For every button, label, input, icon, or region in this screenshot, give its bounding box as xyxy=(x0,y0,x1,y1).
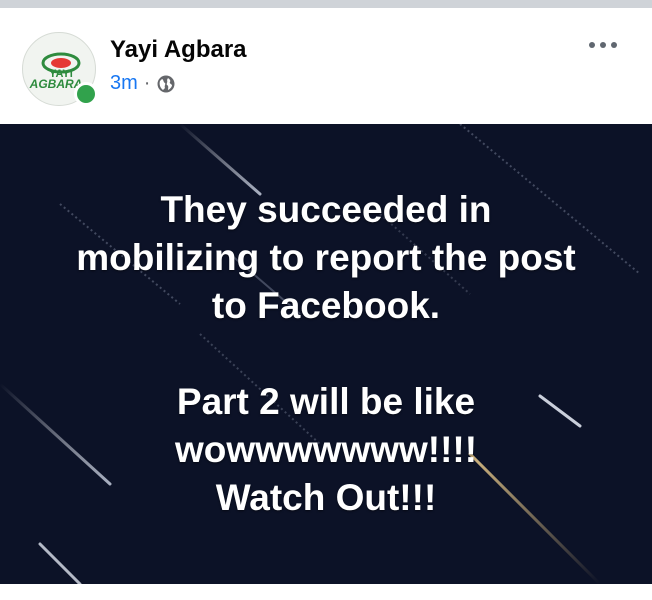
bottom-spacer xyxy=(0,584,652,600)
top-divider xyxy=(0,0,652,8)
post-meta: 3m · xyxy=(110,72,176,95)
globe-icon[interactable] xyxy=(156,74,176,94)
post-text-line: wowwwwwww!!!! xyxy=(174,429,478,470)
post-text-line: to Facebook. xyxy=(211,285,441,326)
post-text-line: Watch Out!!! xyxy=(215,477,437,518)
post-text-line: Part 2 will be like xyxy=(176,381,476,422)
post-background-card[interactable]: They succeeded in mobilizing to report t… xyxy=(0,124,652,584)
meta-separator: · xyxy=(143,72,151,94)
post-message: They succeeded in mobilizing to report t… xyxy=(0,124,652,584)
post-text-line: They succeeded in xyxy=(160,189,492,230)
more-dot-icon xyxy=(600,42,606,48)
more-dot-icon xyxy=(589,42,595,48)
more-options-button[interactable] xyxy=(578,30,628,60)
author-name[interactable]: Yayi Agbara xyxy=(110,36,247,64)
post-header: YAYI AGBARA Yayi Agbara 3m · xyxy=(0,8,652,124)
more-dot-icon xyxy=(611,42,617,48)
post-timestamp[interactable]: 3m xyxy=(110,72,138,95)
post-text-line: mobilizing to report the post xyxy=(76,237,576,278)
online-status-indicator xyxy=(74,82,98,106)
